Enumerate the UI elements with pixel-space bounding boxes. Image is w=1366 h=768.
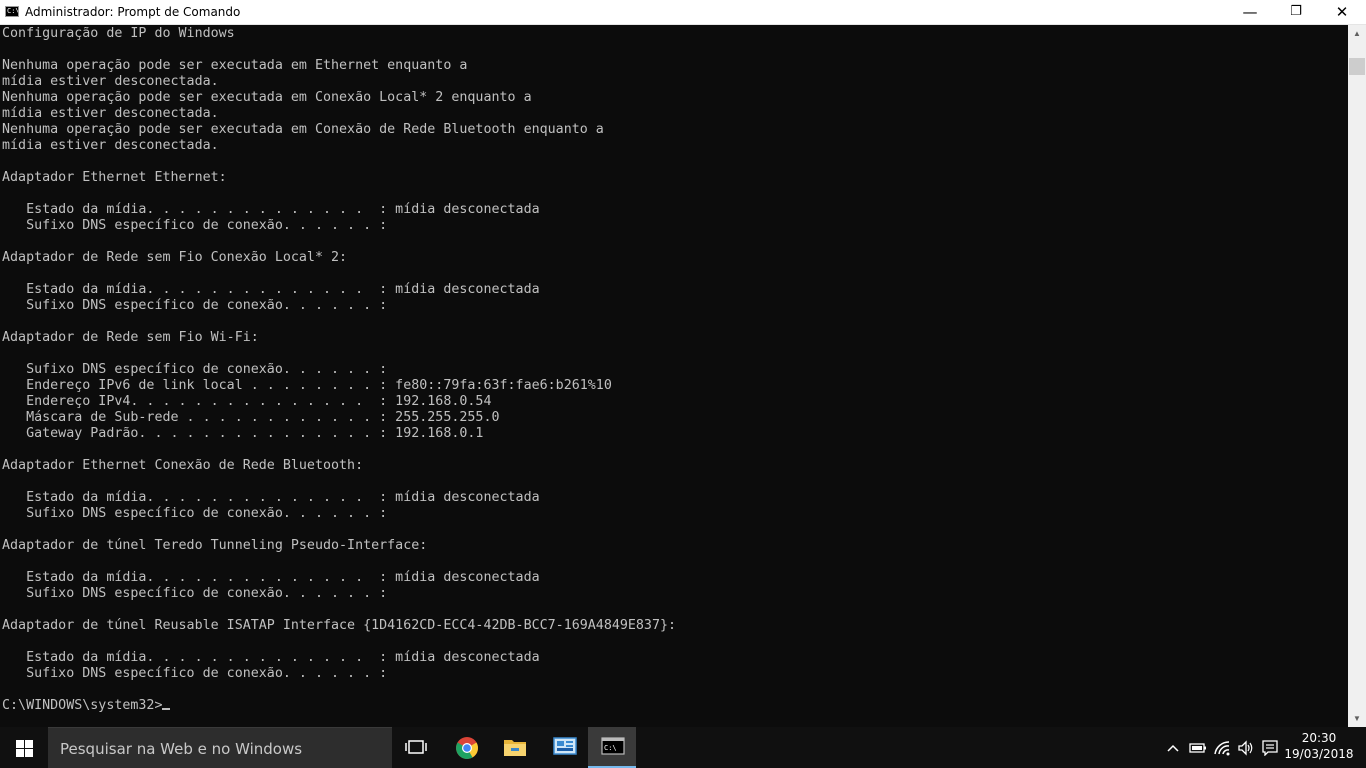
clock-date: 19/03/2018 <box>1284 747 1354 761</box>
maximize-button[interactable]: ❐ <box>1273 0 1319 25</box>
notifications-tray-button[interactable] <box>1259 727 1281 768</box>
file-explorer-button[interactable] <box>490 727 538 768</box>
chrome-icon <box>456 737 478 759</box>
taskbar: Pesquisar na Web e no Windows C:\ 20:30 … <box>0 727 1366 768</box>
vertical-scrollbar[interactable]: ▲ ▼ <box>1348 25 1366 727</box>
action-center-icon <box>1262 740 1278 757</box>
console-output-area[interactable]: Configuração de IP do Windows Nenhuma op… <box>0 25 1348 727</box>
wifi-icon <box>1214 741 1230 756</box>
text-cursor <box>162 708 170 710</box>
wifi-tray-button[interactable] <box>1211 727 1233 768</box>
windows-logo-icon <box>16 740 33 757</box>
command-prompt-icon: C:\ <box>601 737 625 755</box>
volume-icon <box>1238 740 1253 756</box>
task-view-button[interactable] <box>392 727 440 768</box>
scroll-up-arrow-icon[interactable]: ▲ <box>1348 25 1366 42</box>
cmd-app-icon[interactable]: C:\ <box>5 6 19 17</box>
clock[interactable]: 20:30 19/03/2018 <box>1284 730 1354 762</box>
task-view-icon <box>405 740 427 754</box>
title-bar: C:\ Administrador: Prompt de Comando — ❐… <box>0 0 1366 25</box>
control-panel-icon <box>553 737 577 755</box>
svg-text:C:\: C:\ <box>604 744 617 752</box>
command-prompt-button[interactable]: C:\ <box>588 727 636 768</box>
control-panel-button[interactable] <box>540 727 588 768</box>
battery-tray-button[interactable] <box>1187 727 1209 768</box>
chrome-button[interactable] <box>442 727 490 768</box>
volume-tray-button[interactable] <box>1235 727 1257 768</box>
scrollbar-thumb[interactable] <box>1349 58 1365 75</box>
clock-time: 20:30 <box>1301 731 1337 745</box>
show-hidden-icons-button[interactable] <box>1163 727 1183 768</box>
chevron-up-icon <box>1167 744 1179 752</box>
window-title: Administrador: Prompt de Comando <box>25 5 241 19</box>
minimize-button[interactable]: — <box>1227 0 1273 25</box>
console-text: Configuração de IP do Windows Nenhuma op… <box>2 26 677 713</box>
close-button[interactable]: ✕ <box>1319 0 1365 25</box>
file-explorer-icon <box>504 740 526 756</box>
search-box[interactable]: Pesquisar na Web e no Windows <box>48 727 392 768</box>
scroll-down-arrow-icon[interactable]: ▼ <box>1348 710 1366 727</box>
start-button[interactable] <box>0 727 48 768</box>
battery-icon <box>1189 743 1206 753</box>
search-placeholder: Pesquisar na Web e no Windows <box>60 740 303 758</box>
